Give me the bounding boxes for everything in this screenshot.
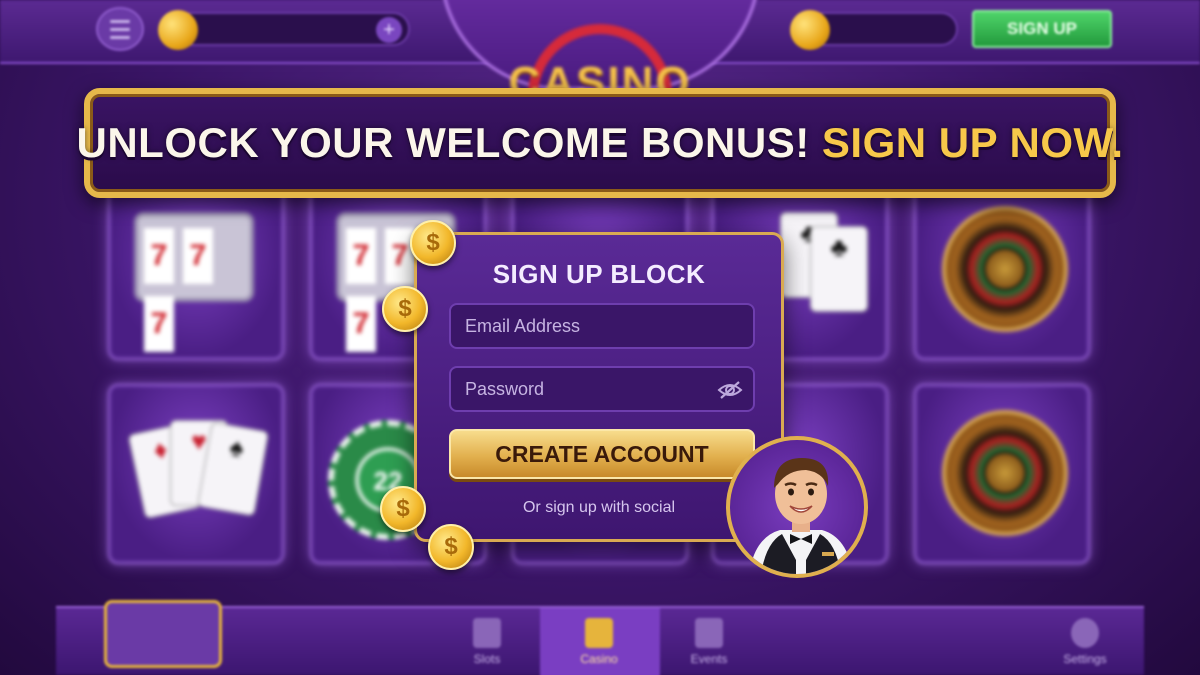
cards-icon	[473, 618, 501, 648]
slot-symbol: 7	[346, 228, 376, 284]
roulette-wheel-icon	[942, 410, 1068, 536]
nav-item-events[interactable]: Events	[664, 618, 754, 666]
nav-label: Settings	[1063, 652, 1107, 666]
bonus-slot-thumbnail[interactable]	[104, 600, 222, 668]
slot-machine-icon: 7 77	[134, 212, 254, 352]
coin-icon	[158, 10, 198, 50]
nav-label: Casino	[580, 652, 618, 666]
coin-icon: $	[382, 286, 428, 332]
game-tile-roulette[interactable]	[914, 180, 1090, 360]
signup-button-top[interactable]: SIGN UP	[972, 10, 1112, 48]
gem-balance-bar	[790, 10, 958, 50]
crown-icon	[585, 618, 613, 648]
welcome-bonus-banner: UNLOCK YOUR WELCOME BONUS! SIGN UP NOW.	[77, 88, 1123, 198]
nav-item-slots[interactable]: Slots	[442, 618, 532, 666]
add-coins-button[interactable]: +	[376, 17, 402, 43]
dealer-avatar	[726, 436, 868, 578]
slot-symbol: 7	[144, 296, 174, 352]
slot-symbol: 7	[346, 296, 376, 352]
nav-label: Events	[690, 652, 728, 666]
banner-text: UNLOCK YOUR WELCOME BONUS! SIGN UP NOW.	[77, 119, 1124, 167]
coin-icon: $	[428, 524, 474, 570]
create-account-button[interactable]: CREATE ACCOUNT	[449, 429, 755, 479]
password-input[interactable]	[449, 366, 755, 412]
email-input[interactable]	[449, 303, 755, 349]
coin-icon	[790, 10, 830, 50]
coin-balance-bar: +	[158, 10, 410, 50]
signup-title: SIGN UP BLOCK	[492, 259, 706, 289]
gear-icon	[1071, 618, 1099, 648]
coin-icon: $	[380, 486, 426, 532]
roulette-wheel-icon	[942, 206, 1068, 332]
playing-cards-icon: ♦ ♥ ♠	[127, 416, 270, 536]
game-tile-cards[interactable]: ♦ ♥ ♠	[108, 384, 284, 564]
coin-icon: $	[410, 220, 456, 266]
eye-slash-icon[interactable]	[717, 380, 743, 400]
nav-item-settings[interactable]: Settings	[1040, 618, 1130, 666]
menu-icon	[110, 19, 130, 23]
banner-text-main: UNLOCK YOUR WELCOME BONUS!	[76, 119, 822, 166]
nav-item-casino[interactable]: Casino	[554, 618, 644, 666]
slot-symbol: 7	[183, 228, 213, 284]
banner-text-accent: SIGN UP NOW.	[821, 119, 1124, 166]
game-tile-roulette[interactable]	[914, 384, 1090, 564]
trophy-icon	[695, 618, 723, 648]
nav-label: Slots	[473, 652, 501, 666]
menu-button[interactable]	[96, 7, 144, 51]
bottom-nav: Slots Casino Events Settings	[56, 600, 1144, 675]
game-tile-slot[interactable]: 7 77	[108, 180, 284, 360]
slot-symbol: 7	[144, 228, 174, 284]
